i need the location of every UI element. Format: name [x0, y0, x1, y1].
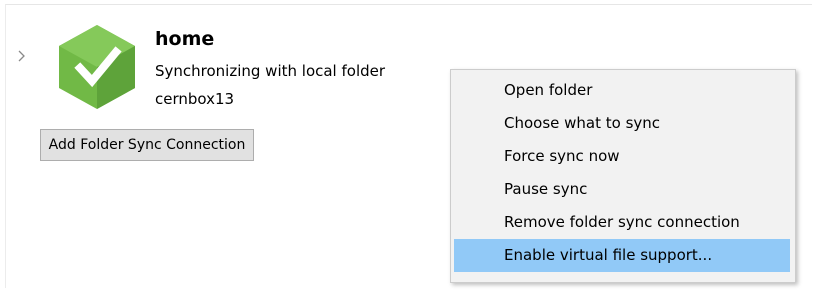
- add-folder-sync-connection-button[interactable]: Add Folder Sync Connection: [40, 129, 254, 161]
- menu-item-open-folder[interactable]: Open folder: [454, 74, 790, 107]
- folder-title: home: [155, 28, 215, 50]
- sync-ok-checkmark-icon: [59, 25, 135, 109]
- folder-account-name: cernbox13: [155, 90, 235, 108]
- menu-item-choose-what-to-sync[interactable]: Choose what to sync: [454, 107, 790, 140]
- menu-item-pause-sync[interactable]: Pause sync: [454, 173, 790, 206]
- menu-item-remove-folder-sync-connection[interactable]: Remove folder sync connection: [454, 206, 790, 239]
- chevron-right-icon[interactable]: [15, 49, 29, 63]
- menu-item-force-sync-now[interactable]: Force sync now: [454, 140, 790, 173]
- folder-sync-status: Synchronizing with local folder: [155, 62, 386, 80]
- folder-context-menu: Open folder Choose what to sync Force sy…: [450, 69, 796, 283]
- menu-item-enable-virtual-file-support[interactable]: Enable virtual file support...: [454, 239, 790, 272]
